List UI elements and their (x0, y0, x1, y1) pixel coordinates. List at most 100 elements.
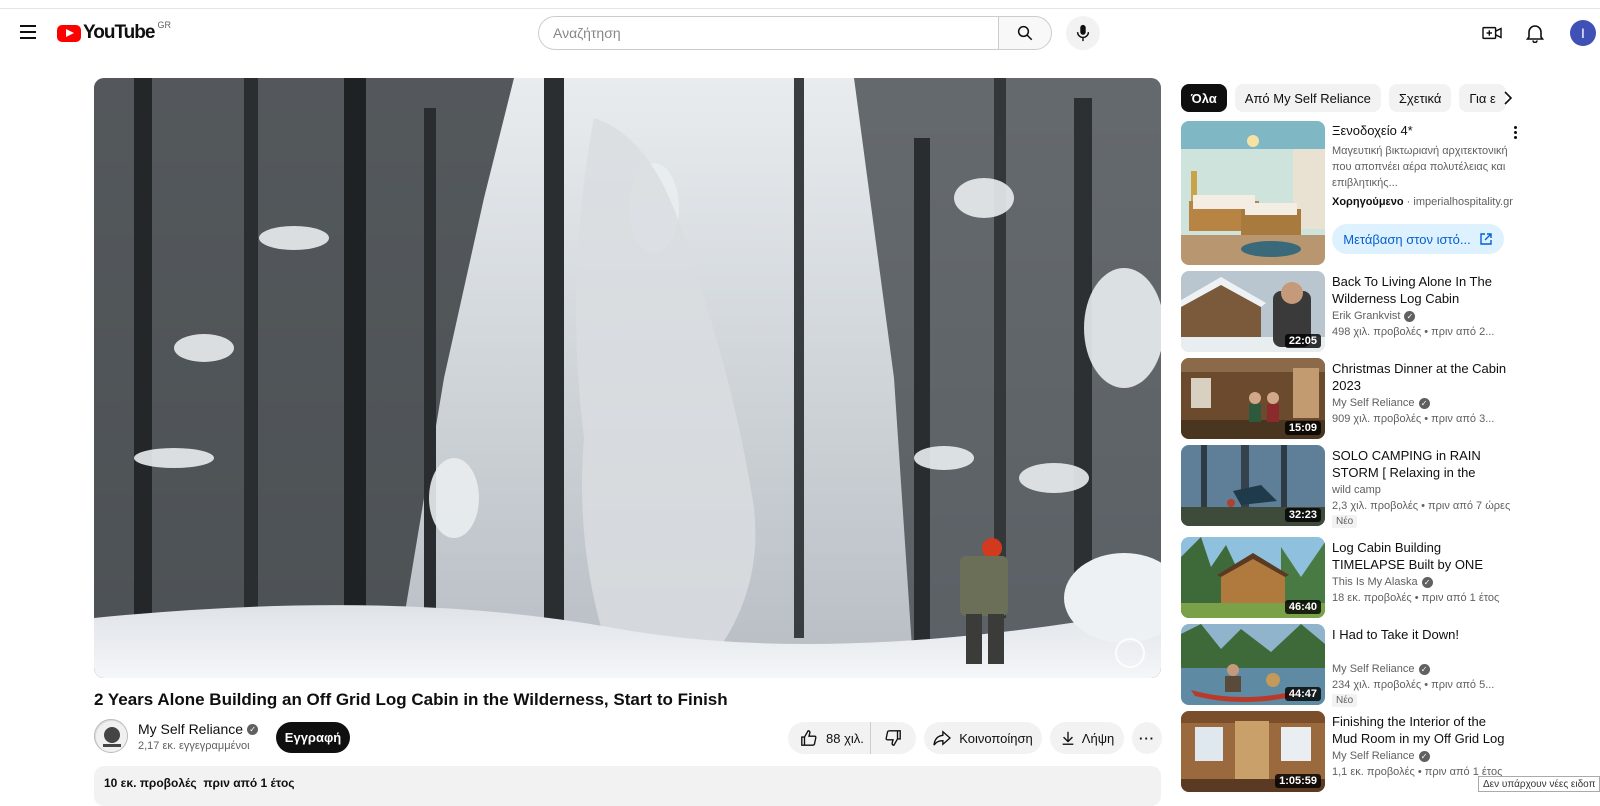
recommendation-title[interactable]: SOLO CAMPING in RAIN STORM [ Relaxing in… (1332, 447, 1507, 481)
video-title: 2 Years Alone Building an Off Grid Log C… (94, 690, 728, 709)
recommendation-channel[interactable]: My Self Reliance (1332, 750, 1415, 762)
recommendation-channel[interactable]: My Self Reliance (1332, 397, 1415, 409)
verified-icon: ✓ (1418, 663, 1430, 675)
download-button[interactable]: Λήψη (1050, 722, 1124, 754)
more-actions-button[interactable]: ··· (1132, 722, 1162, 754)
thumbs-up-icon (801, 730, 817, 746)
channel-logo-icon (96, 721, 127, 752)
like-button[interactable]: 88 χιλ. (788, 722, 871, 754)
download-label: Λήψη (1081, 730, 1115, 746)
recommendation-meta: 1,1 εκ. προβολές • πριν από 1 έτος (1332, 766, 1503, 778)
open-external-icon (1479, 233, 1492, 245)
thumbs-down-icon (885, 730, 901, 746)
video-duration: 22:05 (1284, 334, 1321, 348)
search-bar (538, 16, 1052, 50)
share-icon (933, 730, 952, 746)
sponsored-label: Χορηγούμενο (1332, 196, 1404, 208)
download-icon (1062, 731, 1074, 745)
chips-next-button[interactable] (1494, 84, 1522, 112)
recommendation-item[interactable]: 46:40 Log Cabin Building TIMELAPSE Built… (1181, 537, 1541, 619)
verified-icon: ✓ (1418, 397, 1430, 409)
recommendation-title[interactable]: I Had to Take it Down! (1332, 626, 1507, 643)
chip-related[interactable]: Σχετικά (1388, 84, 1452, 112)
ad-more-options-button[interactable] (1507, 123, 1523, 141)
hotel-room-image (1181, 121, 1325, 265)
menu-icon[interactable] (14, 18, 42, 46)
recommendation-meta: 2,3 χιλ. προβολές • πριν από 7 ώρες (1332, 500, 1511, 512)
ad-thumbnail[interactable] (1181, 121, 1325, 265)
ad-title[interactable]: Ξενοδοχείο 4* (1332, 123, 1413, 138)
recommendation-channel-row: Erik Grankvist ✓ (1332, 310, 1416, 322)
views-and-date: 10 εκ. προβολές πριν από 1 έτος (104, 776, 295, 790)
more-horiz-icon: ··· (1139, 730, 1155, 746)
share-button[interactable]: Κοινοποίηση (924, 722, 1042, 754)
subscriber-count: 2,17 εκ. εγγεγραμμένοι (138, 740, 250, 752)
verified-icon: ✓ (1418, 750, 1430, 762)
voice-search-button[interactable] (1066, 16, 1100, 50)
video-player[interactable] (94, 78, 1161, 678)
recommendation-title[interactable]: Log Cabin Building TIMELAPSE Built by ON… (1332, 539, 1507, 573)
recommendation-thumbnail[interactable]: 15:09 (1181, 358, 1325, 439)
like-count: 88 χιλ. (826, 730, 864, 746)
channel-name-row[interactable]: My Self Reliance ✓ (138, 721, 259, 737)
recommendation-meta: 234 χιλ. προβολές • πριν από 5... (1332, 679, 1495, 691)
recommendation-channel-row: My Self Reliance ✓ (1332, 397, 1430, 409)
recommendation-meta: 498 χιλ. προβολές • πριν από 2... (1332, 326, 1495, 338)
recommendation-thumbnail[interactable]: 46:40 (1181, 537, 1325, 618)
account-avatar[interactable]: I (1570, 20, 1596, 46)
subscribe-button[interactable]: Εγγραφή (276, 722, 350, 753)
youtube-play-icon (57, 24, 81, 42)
ad-cta-label: Μετάβαση στον ιστό... (1343, 231, 1471, 247)
sponsored-ad: Ξενοδοχείο 4* Μαγευτική βικτωριανή αρχιτ… (1181, 121, 1541, 267)
new-badge: Νέο (1332, 515, 1358, 528)
bell-icon (1526, 25, 1544, 43)
recommendation-title[interactable]: Back To Living Alone In The Wilderness L… (1332, 273, 1507, 307)
share-label: Κοινοποίηση (959, 730, 1033, 746)
youtube-logo[interactable]: YouTube GR (57, 20, 171, 44)
recommendation-item[interactable]: 22:05 Back To Living Alone In The Wilder… (1181, 271, 1541, 353)
recommendation-thumbnail[interactable]: 32:23 (1181, 445, 1325, 526)
ad-sponsor-line: Χορηγούμενο · imperialhospitality.gr (1332, 196, 1513, 208)
recommendation-title[interactable]: Christmas Dinner at the Cabin 2023 (1332, 360, 1507, 394)
recommendation-item[interactable]: 32:23 SOLO CAMPING in RAIN STORM [ Relax… (1181, 445, 1541, 528)
recommendation-title[interactable]: Finishing the Interior of the Mud Room i… (1332, 713, 1507, 747)
masthead: YouTube GR I (0, 10, 1600, 56)
recommendation-thumbnail[interactable]: 22:05 (1181, 271, 1325, 352)
description-box[interactable]: 10 εκ. προβολές πριν από 1 έτος (94, 766, 1161, 806)
filter-chips: Όλα Από My Self Reliance Σχετικά Για ε (1181, 84, 1511, 112)
ad-description: Μαγευτική βικτωριανή αρχιτεκτονική που α… (1332, 145, 1508, 189)
country-code: GR (157, 20, 171, 30)
verified-icon: ✓ (1404, 310, 1416, 322)
channel-avatar[interactable] (94, 719, 128, 753)
video-frame-image (94, 78, 1161, 678)
logo-text: YouTube (83, 22, 155, 43)
video-duration: 15:09 (1284, 421, 1321, 435)
create-video-icon (1482, 26, 1502, 40)
create-video-button[interactable] (1479, 20, 1505, 46)
ad-domain: imperialhospitality.gr (1413, 196, 1513, 208)
ad-visit-site-button[interactable]: Μετάβαση στον ιστό... (1332, 224, 1504, 254)
recommendation-meta: 18 εκ. προβολές • πριν από 1 έτος (1332, 592, 1500, 604)
recommendation-channel-row: My Self Reliance ✓ (1332, 663, 1430, 675)
video-duration: 46:40 (1284, 600, 1321, 614)
recommendation-meta: 909 χιλ. προβολές • πριν από 3... (1332, 413, 1495, 425)
chip-all[interactable]: Όλα (1181, 84, 1227, 112)
recommendation-thumbnail[interactable]: 44:47 (1181, 624, 1325, 705)
recommendation-channel[interactable]: My Self Reliance (1332, 663, 1415, 675)
channel-name[interactable]: My Self Reliance (138, 721, 243, 737)
recommendation-thumbnail[interactable]: 1:05:59 (1181, 711, 1325, 792)
video-duration: 44:47 (1284, 687, 1321, 701)
recommendation-channel[interactable]: Erik Grankvist (1332, 310, 1400, 322)
recommendation-item[interactable]: 44:47 I Had to Take it Down! My Self Rel… (1181, 624, 1541, 707)
microphone-icon (1076, 24, 1090, 42)
recommendation-item[interactable]: 15:09 Christmas Dinner at the Cabin 2023… (1181, 358, 1541, 440)
recommendation-channel[interactable]: This Is My Alaska (1332, 576, 1418, 588)
dislike-button[interactable] (871, 722, 915, 754)
search-button[interactable] (998, 16, 1052, 50)
notifications-button[interactable] (1522, 20, 1548, 46)
search-icon (1017, 25, 1033, 41)
search-input[interactable] (538, 16, 998, 50)
video-duration: 32:23 (1284, 508, 1321, 522)
chip-from-channel[interactable]: Από My Self Reliance (1234, 84, 1381, 112)
recommendation-channel[interactable]: wild camp (1332, 484, 1381, 496)
